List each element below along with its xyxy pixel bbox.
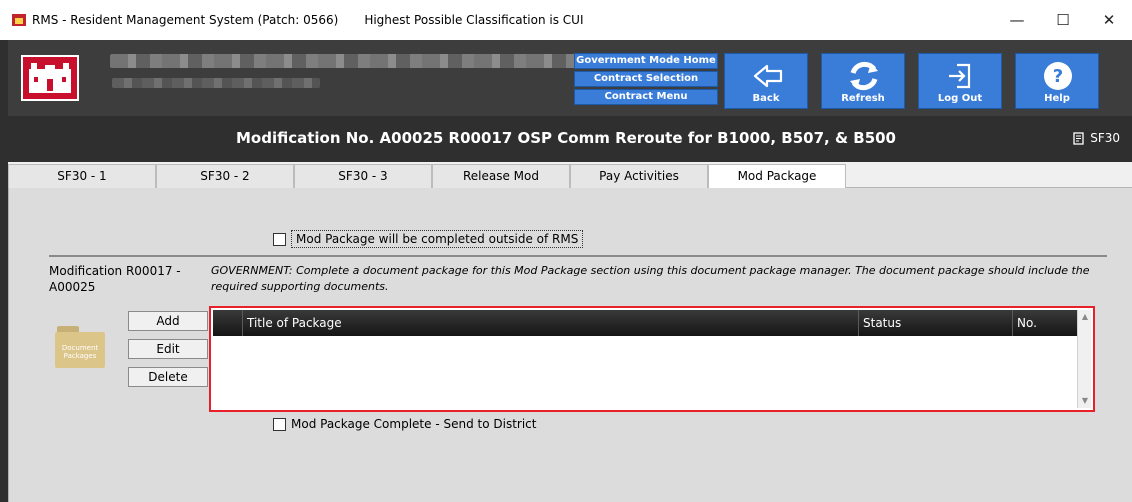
window-left-edge [0, 40, 8, 502]
tab-bar: SF30 - 1 SF30 - 2 SF30 - 3 Release Mod P… [8, 162, 1132, 189]
edit-button[interactable]: Edit [128, 339, 208, 359]
back-label: Back [752, 93, 780, 104]
mod-package-complete-checkbox[interactable] [273, 417, 286, 431]
grid-scrollbar[interactable]: ▲ ▼ [1077, 310, 1091, 408]
grid-header: Title of Package Status No. [213, 310, 1077, 336]
sf30-link[interactable]: SF30 [1073, 131, 1120, 145]
document-packages-folder-icon: Document Packages [53, 322, 107, 368]
column-status[interactable]: Status [859, 310, 1013, 336]
section-divider [49, 255, 1107, 257]
tab-sf30-2[interactable]: SF30 - 2 [156, 164, 294, 188]
redacted-contract-number [112, 78, 320, 88]
delete-button[interactable]: Delete [128, 367, 208, 387]
document-icon [1073, 131, 1084, 145]
refresh-icon [850, 61, 878, 91]
app-logo-icon [12, 14, 26, 26]
sf30-label: SF30 [1090, 131, 1120, 145]
add-button[interactable]: Add [128, 311, 208, 331]
classification-label: Highest Possible Classification is CUI [364, 13, 584, 27]
svg-text:?: ? [1053, 66, 1063, 87]
mod-package-complete-option[interactable]: Mod Package Complete - Send to District [273, 417, 536, 431]
outside-rms-checkbox[interactable] [273, 232, 286, 246]
logout-icon [949, 63, 971, 89]
folder-label: Document Packages [55, 332, 105, 368]
modification-label: Modification R00017 - A00025 [49, 264, 181, 294]
column-no[interactable]: No. [1013, 310, 1077, 336]
castle-icon [29, 63, 71, 93]
tab-release-mod[interactable]: Release Mod [432, 164, 570, 188]
logout-label: Log Out [937, 93, 983, 104]
tab-sf30-1[interactable]: SF30 - 1 [8, 164, 156, 188]
outside-rms-label: Mod Package will be completed outside of… [291, 230, 584, 248]
column-title-of-package[interactable]: Title of Package [243, 310, 859, 336]
maximize-button[interactable]: ☐ [1040, 0, 1086, 40]
government-mode-home-button[interactable]: Government Mode Home [574, 53, 718, 69]
close-button[interactable]: ✕ [1086, 0, 1132, 40]
refresh-button[interactable]: Refresh [821, 53, 905, 109]
page-title: Modification No. A00025 R00017 OSP Comm … [235, 129, 896, 147]
window-controls: — ☐ ✕ [994, 0, 1132, 40]
back-arrow-icon [753, 64, 783, 88]
help-icon: ? [1044, 62, 1072, 90]
help-label: Help [1044, 93, 1070, 104]
mod-package-panel: Mod Package will be completed outside of… [8, 188, 1132, 502]
grid-row-header-cell [213, 310, 243, 336]
window-titlebar: RMS - Resident Management System (Patch:… [0, 0, 1132, 40]
instructions-text: GOVERNMENT: Complete a document package … [211, 264, 1090, 293]
modification-banner: Modification No. A00025 R00017 OSP Comm … [0, 116, 1132, 162]
app-header: Government Mode Home Contract Selection … [0, 40, 1132, 116]
minimize-button[interactable]: — [994, 0, 1040, 40]
tab-mod-package[interactable]: Mod Package [708, 164, 846, 189]
outside-rms-option[interactable]: Mod Package will be completed outside of… [273, 230, 584, 248]
contract-menu-button[interactable]: Contract Menu [574, 89, 718, 105]
help-button[interactable]: ? Help [1015, 53, 1099, 109]
refresh-label: Refresh [841, 93, 885, 104]
tab-pay-activities[interactable]: Pay Activities [570, 164, 708, 188]
scroll-down-icon[interactable]: ▼ [1078, 394, 1092, 408]
redacted-contract-name [110, 54, 576, 68]
tab-sf30-3[interactable]: SF30 - 3 [294, 164, 432, 188]
usace-castle-logo [21, 55, 79, 101]
scroll-up-icon[interactable]: ▲ [1078, 310, 1092, 324]
logout-button[interactable]: Log Out [918, 53, 1002, 109]
nav-button-group: Government Mode Home Contract Selection … [574, 53, 718, 107]
contract-selection-button[interactable]: Contract Selection [574, 71, 718, 87]
window-title: RMS - Resident Management System (Patch:… [32, 13, 339, 27]
document-package-grid[interactable]: Title of Package Status No. ▲ ▼ [209, 306, 1095, 412]
back-button[interactable]: Back [724, 53, 808, 109]
mod-package-complete-label: Mod Package Complete - Send to District [291, 417, 537, 431]
